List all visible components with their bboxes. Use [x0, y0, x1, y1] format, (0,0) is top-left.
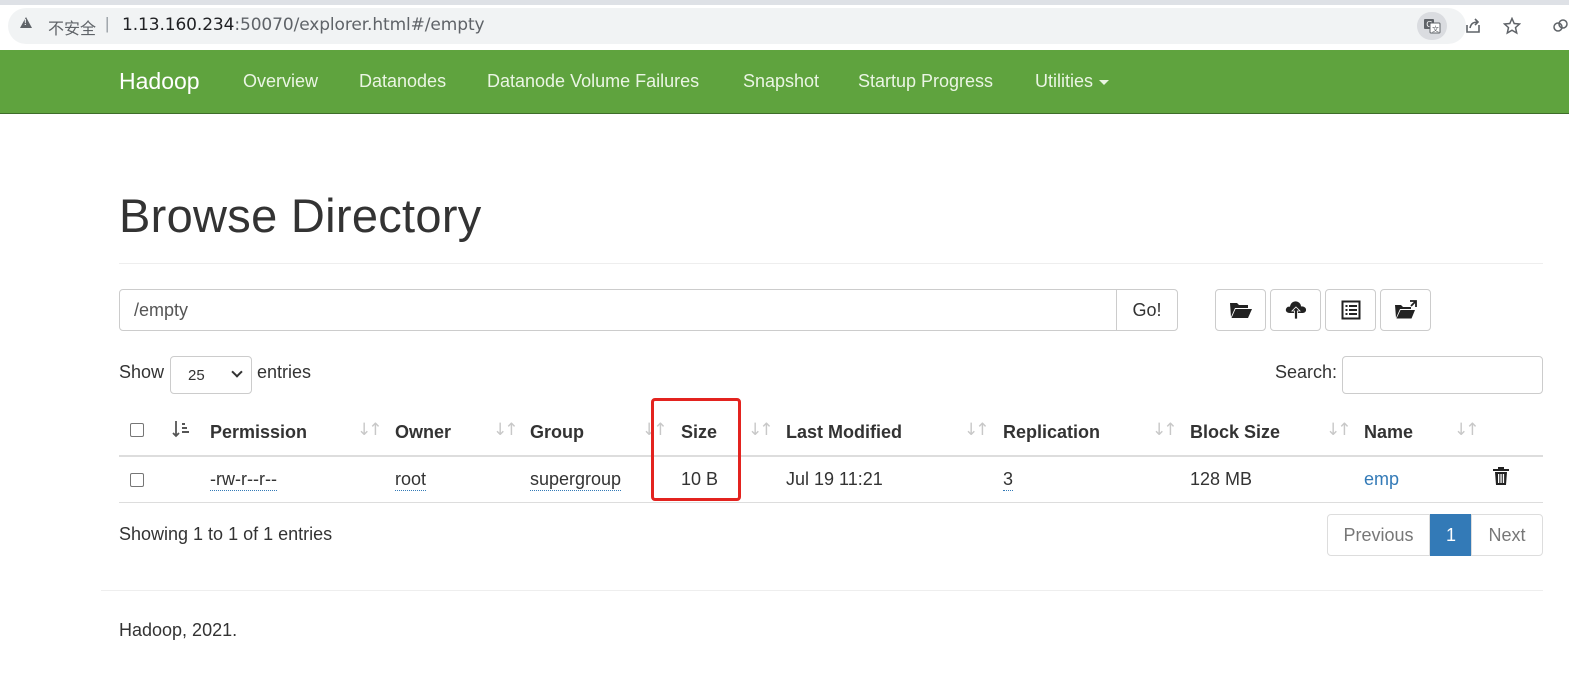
entries-label: entries	[257, 362, 312, 382]
search-input[interactable]	[1342, 356, 1543, 394]
search-label: Search:	[1275, 362, 1338, 382]
trash-icon[interactable]	[1492, 466, 1510, 486]
page-title: Browse Directory	[119, 189, 482, 242]
select-all-checkbox[interactable]	[130, 423, 144, 437]
show-label: Show	[119, 362, 165, 382]
star-icon[interactable]	[1497, 12, 1527, 40]
sort-icon[interactable]: ↓↑	[1326, 420, 1351, 440]
cell-permission[interactable]: -rw-r--r--	[210, 469, 277, 491]
chevron-down-icon	[231, 366, 243, 378]
sort-icon[interactable]: ↓↑	[1152, 420, 1177, 440]
cell-replication[interactable]: 3	[1003, 469, 1014, 491]
sort-icon[interactable]: ↓↑	[493, 420, 518, 440]
security-label[interactable]: 不安全	[48, 15, 96, 39]
navbar: Hadoop Overview Datanodes Datanode Volum…	[0, 50, 1569, 114]
sort-icon[interactable]: ↓↑	[357, 420, 382, 440]
caret-down-icon	[1099, 79, 1110, 85]
column-header-last-modified[interactable]: Last Modified	[786, 422, 902, 443]
url-text[interactable]: 1.13.160.234:50070/explorer.html#/empty	[122, 15, 485, 35]
column-header-block-size[interactable]: Block Size	[1190, 422, 1280, 443]
sort-icon[interactable]: ↓↑	[748, 420, 773, 440]
brand-logo[interactable]: Hadoop	[119, 68, 200, 95]
nav-datanode-volume-failures[interactable]: Datanode Volume Failures	[487, 71, 699, 92]
nav-utilities-dropdown[interactable]: Utilities	[1035, 71, 1110, 92]
folder-open-icon	[1229, 303, 1252, 318]
column-header-replication[interactable]: Replication	[1003, 422, 1100, 443]
column-header-name[interactable]: Name	[1364, 422, 1413, 443]
sort-ascending-icon[interactable]	[172, 420, 190, 443]
cut-paste-button[interactable]	[1325, 289, 1376, 331]
tab-strip-edge	[0, 0, 1569, 5]
svg-text:文: 文	[1432, 25, 1439, 34]
upload-files-button[interactable]	[1270, 289, 1321, 331]
row-select-checkbox[interactable]	[130, 473, 144, 487]
browser-toolbar: 不安全 | 1.13.160.234:50070/explorer.html#/…	[0, 0, 1569, 50]
folder-move-icon	[1394, 300, 1417, 319]
create-directory-button[interactable]	[1215, 289, 1266, 331]
nav-overview[interactable]: Overview	[243, 71, 318, 92]
share-icon[interactable]	[1458, 12, 1488, 40]
nav-startup-progress[interactable]: Startup Progress	[858, 71, 993, 92]
directory-path-input[interactable]	[119, 289, 1117, 331]
column-header-owner[interactable]: Owner	[395, 422, 451, 443]
table-info: Showing 1 to 1 of 1 entries	[119, 524, 333, 544]
column-header-permission[interactable]: Permission	[210, 422, 307, 443]
url-host: 1.13.160.234	[122, 15, 235, 35]
translate-icon[interactable]: G文	[1417, 12, 1447, 40]
cell-block-size: 128 MB	[1190, 469, 1253, 489]
table-header-divider	[119, 455, 1543, 457]
table-row-divider	[119, 502, 1543, 503]
nav-snapshot[interactable]: Snapshot	[743, 71, 819, 92]
footer-text: Hadoop, 2021.	[119, 620, 238, 640]
title-divider	[119, 263, 1543, 264]
cell-last-modified: Jul 19 11:21	[786, 469, 883, 489]
list-alt-icon	[1341, 300, 1360, 320]
entries-per-page-select[interactable]: 25	[170, 356, 252, 394]
cell-owner[interactable]: root	[395, 469, 427, 491]
column-header-group[interactable]: Group	[530, 422, 584, 443]
cell-name-link[interactable]: emp	[1364, 469, 1399, 490]
warning-icon[interactable]	[20, 17, 32, 28]
footer-divider	[101, 590, 1543, 591]
nav-utilities-label: Utilities	[1035, 71, 1094, 91]
move-files-button[interactable]	[1380, 289, 1431, 331]
cell-group[interactable]: supergroup	[530, 469, 622, 491]
url-path: :50070/explorer.html#/empty	[234, 15, 485, 35]
extension-icon[interactable]	[1545, 12, 1569, 40]
cloud-upload-icon	[1285, 301, 1306, 320]
nav-datanodes[interactable]: Datanodes	[359, 71, 446, 92]
address-separator: |	[105, 14, 110, 33]
entries-select-value: 25	[188, 367, 205, 384]
pagination-previous[interactable]: Previous	[1327, 514, 1430, 556]
sort-icon[interactable]: ↓↑	[1454, 420, 1479, 440]
go-button[interactable]: Go!	[1116, 289, 1178, 331]
pagination-page-1[interactable]: 1	[1430, 514, 1472, 556]
sort-icon[interactable]: ↓↑	[964, 420, 989, 440]
pagination-next[interactable]: Next	[1471, 514, 1543, 556]
size-highlight-annotation	[651, 398, 741, 501]
